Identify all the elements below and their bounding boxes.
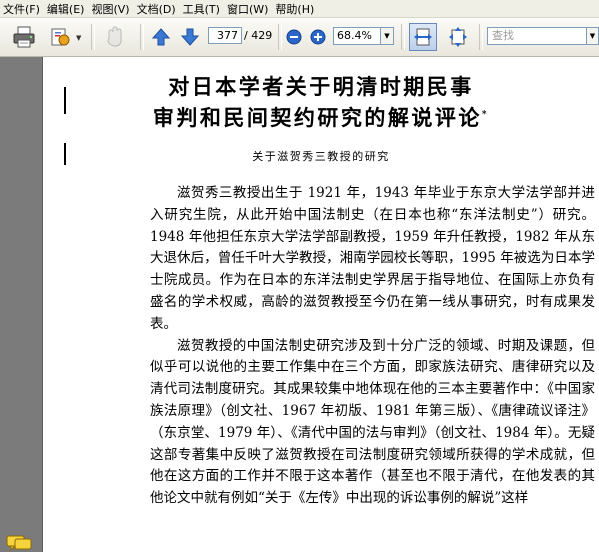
next-page-button[interactable] bbox=[178, 24, 202, 50]
fit-page-icon bbox=[449, 27, 467, 47]
search-input[interactable]: 查找 bbox=[487, 27, 587, 45]
paragraph: 滋贺秀三教授出生于 1921 年，1943 年毕业于东京大学法学部并进入研究生院… bbox=[150, 185, 595, 332]
menu-help[interactable]: 帮助(H) bbox=[272, 1, 318, 17]
fit-page-button[interactable] bbox=[444, 23, 472, 51]
hand-tool-icon bbox=[107, 26, 122, 47]
organizer-dropdown-icon[interactable]: ▼ bbox=[76, 34, 81, 42]
print-button[interactable] bbox=[10, 24, 38, 50]
menu-window[interactable]: 窗口(W) bbox=[224, 1, 272, 17]
hand-tool-button[interactable] bbox=[102, 24, 128, 50]
comment-icon[interactable] bbox=[6, 535, 32, 551]
document-page: 对日本学者关于明清时期民事 审判和民间契约研究的解说评论* 关于滋贺秀三教授的研… bbox=[43, 57, 599, 552]
document-body: 滋贺秀三教授出生于 1921 年，1943 年毕业于东京大学法学部并进入研究生院… bbox=[150, 183, 595, 510]
zoom-out-icon bbox=[286, 29, 302, 45]
print-icon bbox=[13, 26, 35, 48]
page-number-input[interactable]: 377 bbox=[208, 27, 242, 44]
title-line-2-text: 审判和民间契约研究的解说评论 bbox=[152, 105, 482, 130]
toolbar-separator bbox=[91, 24, 95, 50]
fit-width-button[interactable] bbox=[409, 23, 437, 51]
menu-view[interactable]: 视图(V) bbox=[88, 1, 133, 17]
document-title-line-2: 审判和民间契约研究的解说评论* bbox=[43, 102, 599, 132]
organizer-icon bbox=[51, 28, 70, 46]
toolbar-separator bbox=[278, 24, 282, 50]
zoom-dropdown-icon[interactable]: ▼ bbox=[381, 27, 394, 45]
menu-tools[interactable]: 工具(T) bbox=[180, 1, 224, 17]
navigation-pane bbox=[0, 57, 43, 552]
document-subtitle: 关于滋贺秀三教授的研究 bbox=[252, 150, 390, 163]
fit-width-icon bbox=[414, 28, 432, 46]
menu-edit[interactable]: 编辑(E) bbox=[44, 1, 89, 17]
search-dropdown-icon[interactable]: ▼ bbox=[587, 27, 599, 45]
prev-page-button[interactable] bbox=[149, 24, 173, 50]
toolbar: ▼ 377 / 429 68.4% ▼ 查找 ▼ bbox=[0, 18, 599, 57]
menu-bar: 文件(F) 编辑(E) 视图(V) 文档(D) 工具(T) 窗口(W) 帮助(H… bbox=[0, 0, 599, 18]
title-footnote-mark: * bbox=[481, 110, 490, 120]
prev-page-icon bbox=[151, 28, 171, 46]
organizer-button[interactable] bbox=[48, 24, 74, 50]
paragraph: 滋贺教授的中国法制史研究涉及到十分广泛的领域、时期及课题，但似乎可以说他的主要工… bbox=[150, 337, 595, 507]
document-title-line-1: 对日本学者关于明清时期民事 bbox=[168, 74, 474, 99]
next-page-icon bbox=[180, 28, 200, 46]
page-total: / 429 bbox=[244, 29, 273, 42]
toolbar-separator bbox=[401, 24, 405, 50]
toolbar-separator bbox=[140, 24, 144, 50]
zoom-out-button[interactable] bbox=[285, 24, 303, 50]
menu-file[interactable]: 文件(F) bbox=[0, 1, 44, 17]
zoom-in-icon bbox=[310, 29, 326, 45]
zoom-in-button[interactable] bbox=[309, 24, 327, 50]
toolbar-separator bbox=[479, 24, 483, 50]
zoom-level-input[interactable]: 68.4% bbox=[333, 27, 381, 45]
menu-document[interactable]: 文档(D) bbox=[134, 1, 180, 17]
